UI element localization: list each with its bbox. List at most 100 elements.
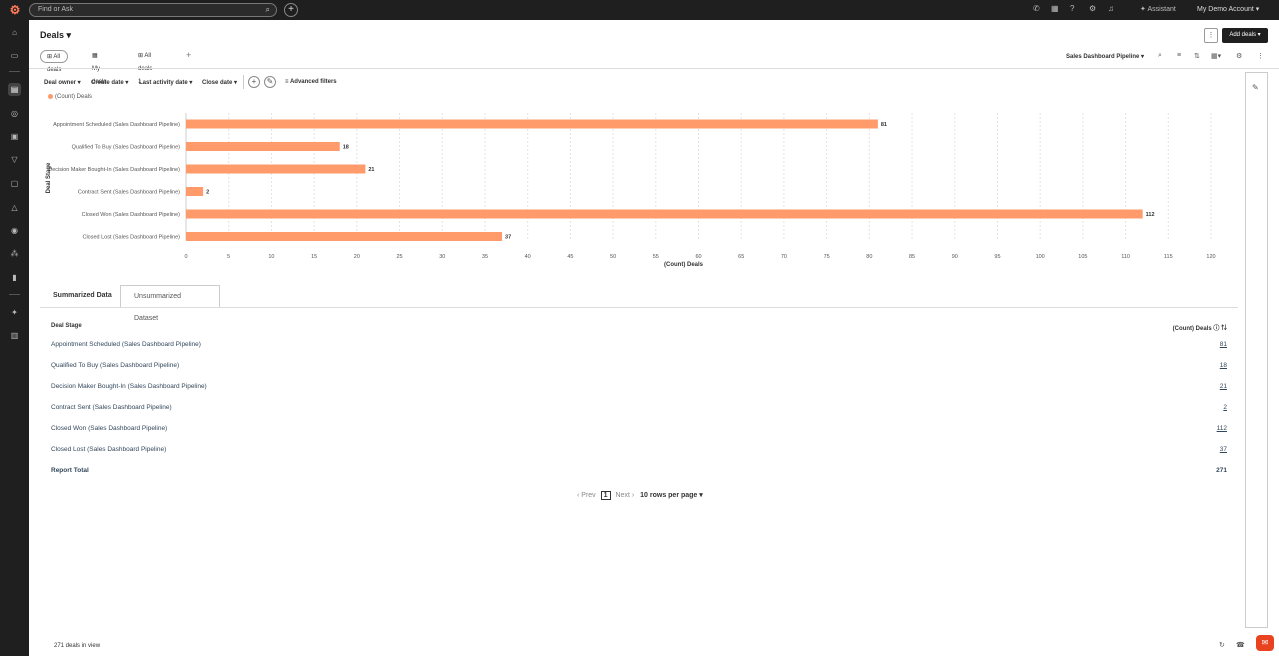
bar-data-label: 2 [206, 190, 209, 196]
home-icon[interactable]: ⌂ [8, 26, 21, 39]
bar-data-label: 81 [881, 122, 887, 128]
x-tick-label: 20 [354, 254, 360, 260]
row-count-link[interactable]: 18 [1220, 362, 1227, 369]
table-total-row: Report Total 271 [40, 462, 1230, 483]
view-type-icon[interactable]: ▦▾ [1211, 52, 1221, 60]
filter-last-activity-date[interactable]: Last activity date ▾ [139, 79, 192, 86]
create-button[interactable]: + [284, 3, 298, 17]
marketplace-icon[interactable]: ▦ [1051, 4, 1059, 13]
x-tick-label: 105 [1078, 254, 1087, 260]
rows-per-page-select[interactable]: 10 rows per page ▾ [640, 492, 703, 499]
row-deal-stage: Closed Won (Sales Dashboard Pipeline) [51, 425, 168, 432]
reporting-icon[interactable]: ▮ [8, 271, 21, 284]
content-icon[interactable]: ▣ [8, 130, 21, 143]
search-input[interactable]: Find or Ask ⌕ [29, 3, 277, 17]
bar[interactable] [186, 164, 366, 174]
add-deals-button[interactable]: Add deals ▾ [1222, 28, 1268, 43]
view-tab-label: All deals [47, 54, 62, 73]
phone-icon[interactable]: ✆ [1033, 4, 1040, 13]
next-page-button[interactable]: Next › [616, 492, 635, 499]
data-icon[interactable]: ◉ [8, 224, 21, 237]
tabs-divider [40, 307, 1238, 308]
call-icon[interactable]: ☎ [1236, 641, 1245, 649]
library-icon[interactable]: ▥ [8, 329, 21, 342]
marketing-icon[interactable]: ◎ [8, 107, 21, 120]
tab-my-deals[interactable]: ▦ My deals [92, 50, 106, 85]
column-header-label: (Count) Deals [1172, 326, 1212, 332]
bar[interactable] [186, 209, 1143, 219]
sort-icon[interactable]: ⇅ [1194, 52, 1200, 60]
bar[interactable] [186, 142, 340, 151]
pagination: ‹ Prev 1 Next › 10 rows per page ▾ [577, 491, 703, 500]
add-view-button[interactable]: + [186, 50, 191, 60]
prev-page-button[interactable]: ‹ Prev [577, 492, 596, 499]
x-tick-label: 55 [653, 254, 659, 260]
x-tick-label: 90 [952, 254, 958, 260]
help-icon[interactable]: ? [1070, 4, 1074, 13]
table-row: Closed Won (Sales Dashboard Pipeline) 112 [40, 420, 1230, 441]
notifications-icon[interactable]: ♫ [1108, 4, 1114, 13]
nav-divider [9, 294, 20, 295]
pipeline-select[interactable]: Sales Dashboard Pipeline ▾ [1066, 53, 1144, 60]
x-tick-label: 75 [824, 254, 830, 260]
edit-filter-button[interactable]: ✎ [264, 76, 276, 88]
advanced-filters-button[interactable]: ≡ Advanced filters [285, 79, 337, 85]
x-tick-label: 10 [268, 254, 274, 260]
chat-help-icon[interactable]: ✉ [1256, 635, 1274, 651]
filter-divider [243, 75, 244, 89]
service-icon[interactable]: △ [8, 201, 21, 214]
filter-label: Deal owner [44, 80, 77, 86]
automation-icon[interactable]: ⁂ [8, 247, 21, 260]
filter-deal-owner[interactable]: Deal owner ▾ [44, 79, 81, 86]
settings-icon[interactable]: ⚙ [1089, 4, 1096, 13]
row-count-link[interactable]: 21 [1220, 383, 1227, 390]
account-label: My Demo Account [1197, 6, 1254, 13]
rows-per-page-label: 10 rows per page [640, 492, 698, 499]
bar[interactable] [186, 232, 503, 241]
tab-all-deals[interactable]: ⊞ All deals [40, 50, 69, 73]
bar[interactable] [186, 187, 204, 196]
tab-all-deals-1[interactable]: ⊞ All deals-1 [138, 50, 154, 85]
row-count-link[interactable]: 112 [1217, 425, 1227, 432]
pipeline-label: Sales Dashboard Pipeline [1066, 54, 1140, 60]
filter-icon[interactable]: ≡ [1177, 52, 1181, 59]
x-tick-label: 85 [909, 254, 915, 260]
commerce-icon[interactable]: ▽ [8, 153, 21, 166]
column-header-count-deals[interactable]: (Count) Deals ⓘ ⇅ [1173, 323, 1227, 332]
row-deal-stage: Qualified To Buy (Sales Dashboard Pipeli… [51, 362, 180, 369]
column-header-deal-stage[interactable]: Deal Stage [51, 323, 82, 329]
search-icon[interactable]: ⌕ [266, 5, 270, 15]
add-filter-button[interactable]: + [248, 76, 260, 88]
table-row: Closed Lost (Sales Dashboard Pipeline) 37 [40, 441, 1230, 462]
page-number-current[interactable]: 1 [600, 491, 611, 500]
crm-icon[interactable]: ▤ [8, 83, 21, 96]
more-actions-button[interactable]: ⋮ [1204, 28, 1218, 43]
breeze-icon[interactable]: ✦ [8, 306, 21, 319]
x-tick-label: 45 [567, 254, 573, 260]
total-label: Report Total [51, 467, 89, 474]
tab-unsummarized-dataset[interactable]: Unsummarized Dataset [120, 285, 220, 322]
right-side-panel: ✎ [1245, 72, 1268, 628]
hubspot-logo-icon[interactable]: ⚙ [8, 3, 22, 17]
row-count-link[interactable]: 2 [1223, 404, 1227, 411]
filter-close-date[interactable]: Close date ▾ [202, 79, 237, 86]
bar-data-label: 21 [368, 167, 374, 173]
deals-bar-chart: 0 5 10 15 20 25 30 35 40 45 50 55 60 65 70 75 80 85 90 95 10… [46, 113, 1216, 268]
row-count-link[interactable]: 81 [1220, 341, 1227, 348]
tab-summarized-data[interactable]: Summarized Data [40, 285, 125, 307]
edit-icon[interactable]: ✎ [1252, 83, 1259, 92]
x-tick-label: 110 [1121, 254, 1130, 260]
more-options-icon[interactable]: ⋮ [1257, 52, 1264, 60]
sales-icon[interactable]: ▢ [8, 177, 21, 190]
bookmark-icon[interactable]: ▭ [8, 49, 21, 62]
filter-create-date[interactable]: Create date ▾ [91, 79, 128, 86]
y-tick-label: Closed Lost (Sales Dashboard Pipeline) [82, 235, 180, 241]
refresh-icon[interactable]: ↻ [1219, 641, 1225, 649]
assistant-button[interactable]: ✦ Assistant [1140, 5, 1176, 13]
row-count-link[interactable]: 37 [1220, 446, 1227, 453]
search-icon[interactable]: ⌕ [1158, 52, 1162, 60]
account-menu[interactable]: My Demo Account ▾ [1197, 5, 1259, 13]
page-title[interactable]: Deals ▾ [40, 30, 71, 41]
settings-icon[interactable]: ⚙ [1236, 52, 1242, 60]
bar[interactable] [186, 119, 878, 129]
